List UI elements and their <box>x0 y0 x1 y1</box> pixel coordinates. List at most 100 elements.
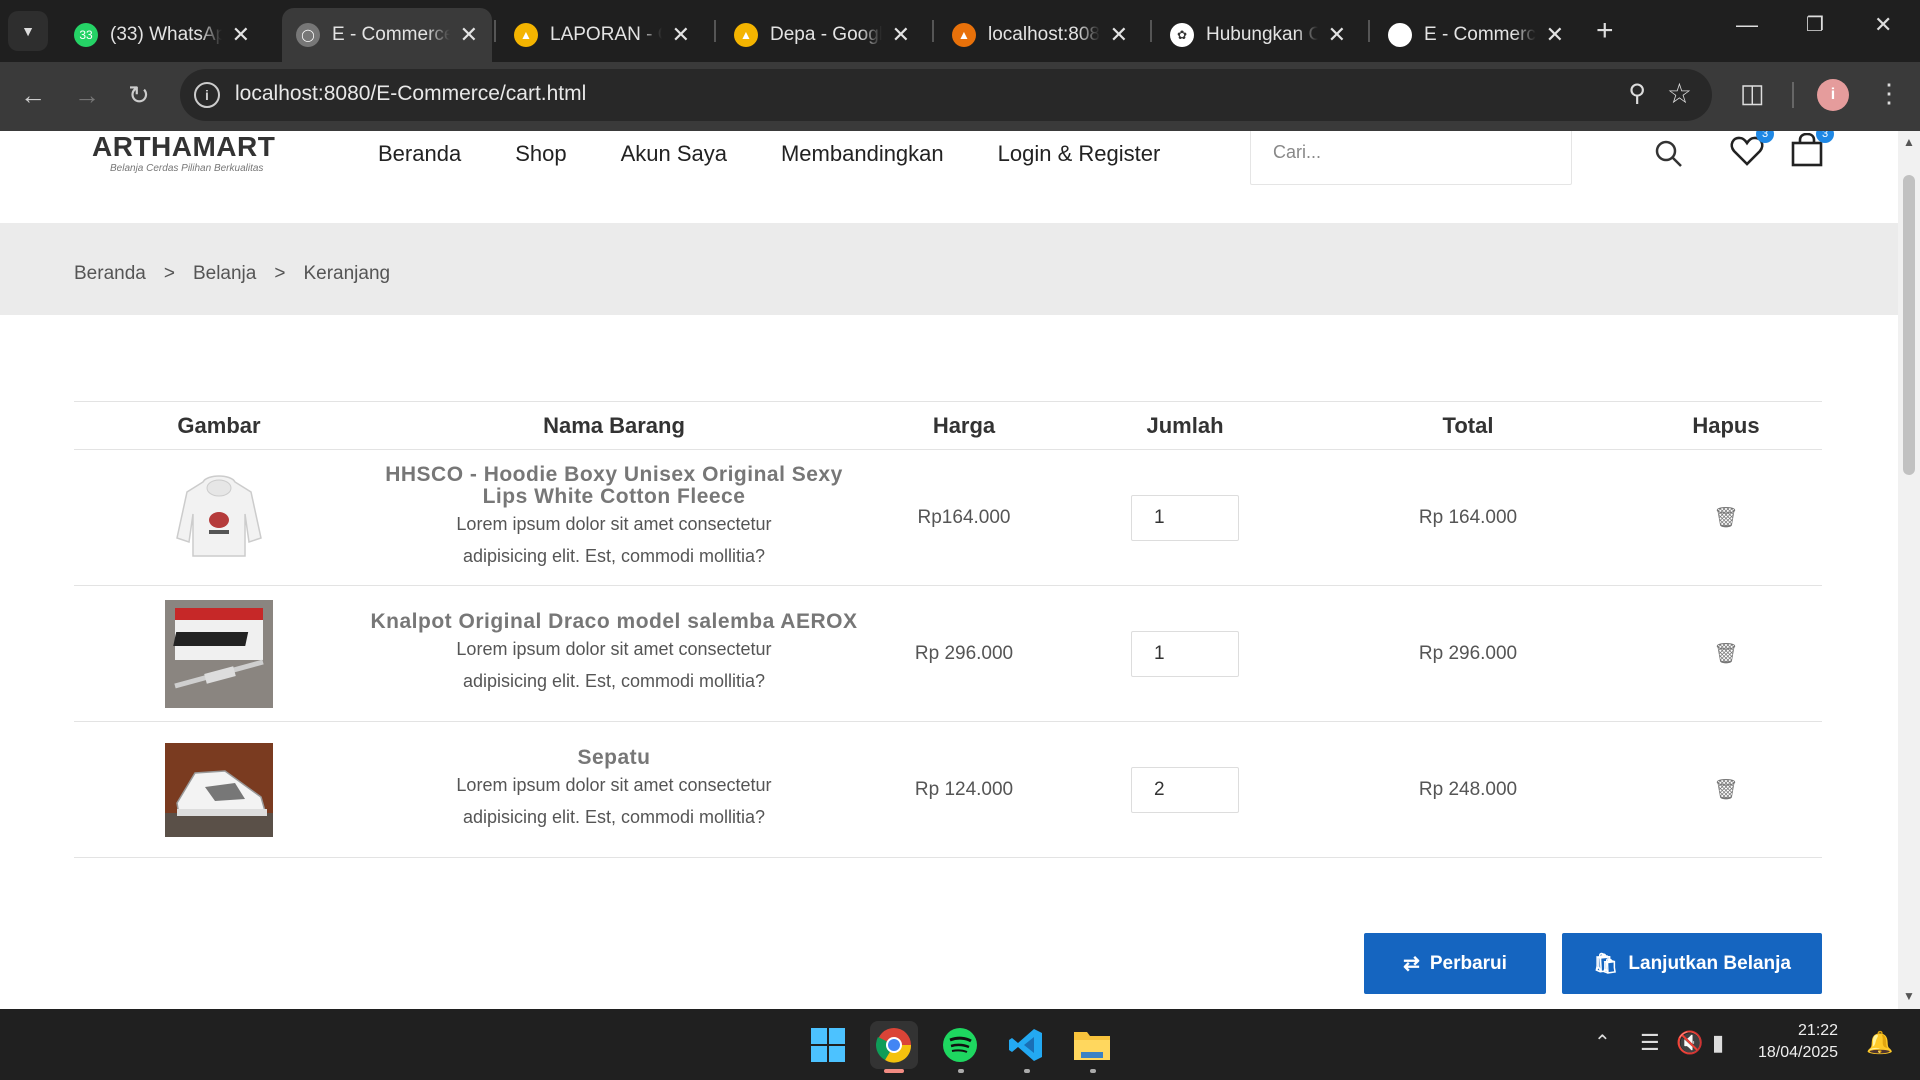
url-text[interactable]: localhost:8080/E-Commerce/cart.html <box>235 82 586 106</box>
tab-label: E - Commerce <box>1424 24 1536 45</box>
openai-icon: ✿ <box>1170 23 1194 47</box>
system-clock[interactable]: 21:22 18/04/2025 <box>1758 1020 1838 1064</box>
header-harga: Harga <box>864 401 1064 450</box>
browser-tab[interactable]: E - Commerce ✕ <box>1374 8 1578 62</box>
browser-tab[interactable]: ◯ E - Commerce ✕ <box>282 8 492 62</box>
close-tab-icon[interactable]: ✕ <box>1546 22 1564 48</box>
minimize-icon[interactable]: — <box>1736 12 1758 38</box>
product-total: Rp 164.000 <box>1306 449 1630 586</box>
close-tab-icon[interactable]: ✕ <box>892 22 910 48</box>
browser-menu-icon[interactable]: ⋮ <box>1876 78 1902 109</box>
browser-tab[interactable]: ✿ Hubungkan C ✕ <box>1156 8 1360 62</box>
browser-tab[interactable]: ▲ LAPORAN - G ✕ <box>500 8 704 62</box>
breadcrumb-belanja[interactable]: Belanja <box>193 263 256 285</box>
trash-icon[interactable]: 🗑 <box>1713 779 1738 801</box>
header-gambar: Gambar <box>74 401 364 450</box>
update-cart-label: Perbarui <box>1429 952 1507 974</box>
page-icon <box>1388 23 1412 47</box>
nav-membandingkan[interactable]: Membandingkan <box>781 141 944 167</box>
product-image-cell <box>74 721 364 858</box>
continue-shopping-button[interactable]: 🛍 Lanjutkan Belanja <box>1562 933 1822 994</box>
tab-separator <box>714 20 716 42</box>
product-title[interactable]: HHSCO - Hoodie Boxy Unisex Original Sexy… <box>364 463 864 508</box>
table-row: HHSCO - Hoodie Boxy Unisex Original Sexy… <box>74 449 1822 586</box>
whatsapp-icon: 33 <box>74 23 98 47</box>
profile-avatar[interactable]: i <box>1817 79 1849 111</box>
wifi-icon[interactable]: ☰ <box>1640 1030 1660 1056</box>
trash-icon[interactable]: 🗑 <box>1713 643 1738 665</box>
close-tab-icon[interactable]: ✕ <box>1110 22 1128 48</box>
close-window-icon[interactable]: ✕ <box>1874 12 1892 38</box>
scroll-down-arrow-icon[interactable]: ▼ <box>1903 989 1915 1003</box>
speaker-muted-icon[interactable]: 🔇 <box>1676 1030 1703 1056</box>
browser-tab[interactable]: ▲ Depa - Google ✕ <box>720 8 924 62</box>
quantity-input[interactable]: 1 <box>1131 494 1239 541</box>
tab-label: LAPORAN - G <box>550 24 662 45</box>
update-cart-button[interactable]: ⇄ Perbarui <box>1364 933 1546 994</box>
product-title[interactable]: Knalpot Original Draco model salemba AER… <box>364 610 864 633</box>
breadcrumb-beranda[interactable]: Beranda <box>74 263 146 285</box>
tab-search-dropdown-icon[interactable]: ▼ <box>8 11 48 51</box>
tab-separator <box>932 20 934 42</box>
site-info-icon[interactable]: i <box>194 82 220 108</box>
product-name-cell: Sepatu Lorem ipsum dolor sit amet consec… <box>364 721 864 858</box>
chrome-icon[interactable] <box>870 1021 918 1069</box>
search-icon[interactable] <box>1654 139 1684 174</box>
quantity-cell: 1 <box>1064 585 1306 722</box>
table-row: Knalpot Original Draco model salemba AER… <box>74 585 1822 722</box>
extensions-icon[interactable]: ◫ <box>1740 78 1765 109</box>
nav-login-register[interactable]: Login & Register <box>998 141 1161 167</box>
tray-chevron-up-icon[interactable]: ⌃ <box>1594 1030 1611 1055</box>
browser-tab[interactable]: ▲ localhost:8080 ✕ <box>938 8 1142 62</box>
trash-icon[interactable]: 🗑 <box>1713 507 1738 529</box>
chrome-active-indicator <box>884 1069 904 1073</box>
scroll-up-arrow-icon[interactable]: ▲ <box>1903 135 1915 149</box>
quantity-input[interactable]: 1 <box>1131 630 1239 677</box>
notification-bell-icon[interactable]: 🔔 <box>1866 1030 1893 1056</box>
scrollbar-thumb[interactable] <box>1903 175 1915 475</box>
restore-icon[interactable]: ❐ <box>1806 12 1824 37</box>
knalpot-image[interactable] <box>165 599 273 708</box>
search-input[interactable]: Cari... <box>1250 131 1572 185</box>
toolbar-divider <box>1792 82 1794 108</box>
breadcrumb: Beranda > Belanja > Keranjang <box>74 263 408 285</box>
product-title[interactable]: Sepatu <box>364 746 864 769</box>
clock-date: 18/04/2025 <box>1758 1044 1839 1061</box>
google-drive-icon: ▲ <box>514 23 538 47</box>
hoodie-image[interactable] <box>165 467 273 568</box>
file-explorer-icon[interactable] <box>1068 1021 1116 1069</box>
nav-beranda[interactable]: Beranda <box>378 141 461 167</box>
close-tab-icon[interactable]: ✕ <box>1328 22 1346 48</box>
breadcrumb-bar: Beranda > Belanja > Keranjang <box>0 223 1898 315</box>
windows-start-icon[interactable] <box>804 1021 852 1069</box>
address-bar[interactable]: i localhost:8080/E-Commerce/cart.html ⚲ … <box>180 69 1712 121</box>
google-drive-icon: ▲ <box>734 23 758 47</box>
product-name-cell: HHSCO - Hoodie Boxy Unisex Original Sexy… <box>364 449 864 586</box>
quantity-input[interactable]: 2 <box>1131 766 1239 813</box>
spotify-icon[interactable] <box>936 1021 984 1069</box>
tab-separator <box>1368 20 1370 42</box>
site-logo[interactable]: ARTHAMART Belanja Cerdas Pilihan Berkual… <box>92 131 292 174</box>
close-tab-icon[interactable]: ✕ <box>672 22 690 48</box>
close-tab-icon[interactable]: ✕ <box>232 22 250 48</box>
reload-icon[interactable]: ↻ <box>128 80 150 111</box>
nav-shop[interactable]: Shop <box>515 141 566 167</box>
sepatu-image[interactable] <box>165 742 273 837</box>
zoom-icon[interactable]: ⚲ <box>1628 79 1646 108</box>
forward-icon[interactable]: → <box>74 80 100 111</box>
page-scrollbar[interactable]: ▲ ▼ <box>1898 131 1920 1009</box>
back-icon[interactable]: ← <box>20 80 46 111</box>
new-tab-icon[interactable]: + <box>1596 14 1614 48</box>
bookmark-star-icon[interactable]: ☆ <box>1667 77 1692 110</box>
breadcrumb-keranjang: Keranjang <box>303 263 391 284</box>
main-nav: Beranda Shop Akun Saya Membandingkan Log… <box>378 141 1214 167</box>
browser-tab[interactable]: 33 (33) WhatsApp ✕ <box>60 8 264 62</box>
close-tab-icon[interactable]: ✕ <box>460 22 478 48</box>
product-total: Rp 248.000 <box>1306 721 1630 858</box>
vscode-icon[interactable] <box>1002 1021 1050 1069</box>
battery-icon[interactable]: ▮ <box>1712 1030 1724 1056</box>
product-description: Lorem ipsum dolor sit amet consectetur a… <box>456 774 772 827</box>
nav-akun-saya[interactable]: Akun Saya <box>621 141 727 167</box>
logo-tagline: Belanja Cerdas Pilihan Berkualitas <box>110 163 264 174</box>
cart-table: Gambar Nama Barang Harga Jumlah Total Ha… <box>74 401 1822 858</box>
